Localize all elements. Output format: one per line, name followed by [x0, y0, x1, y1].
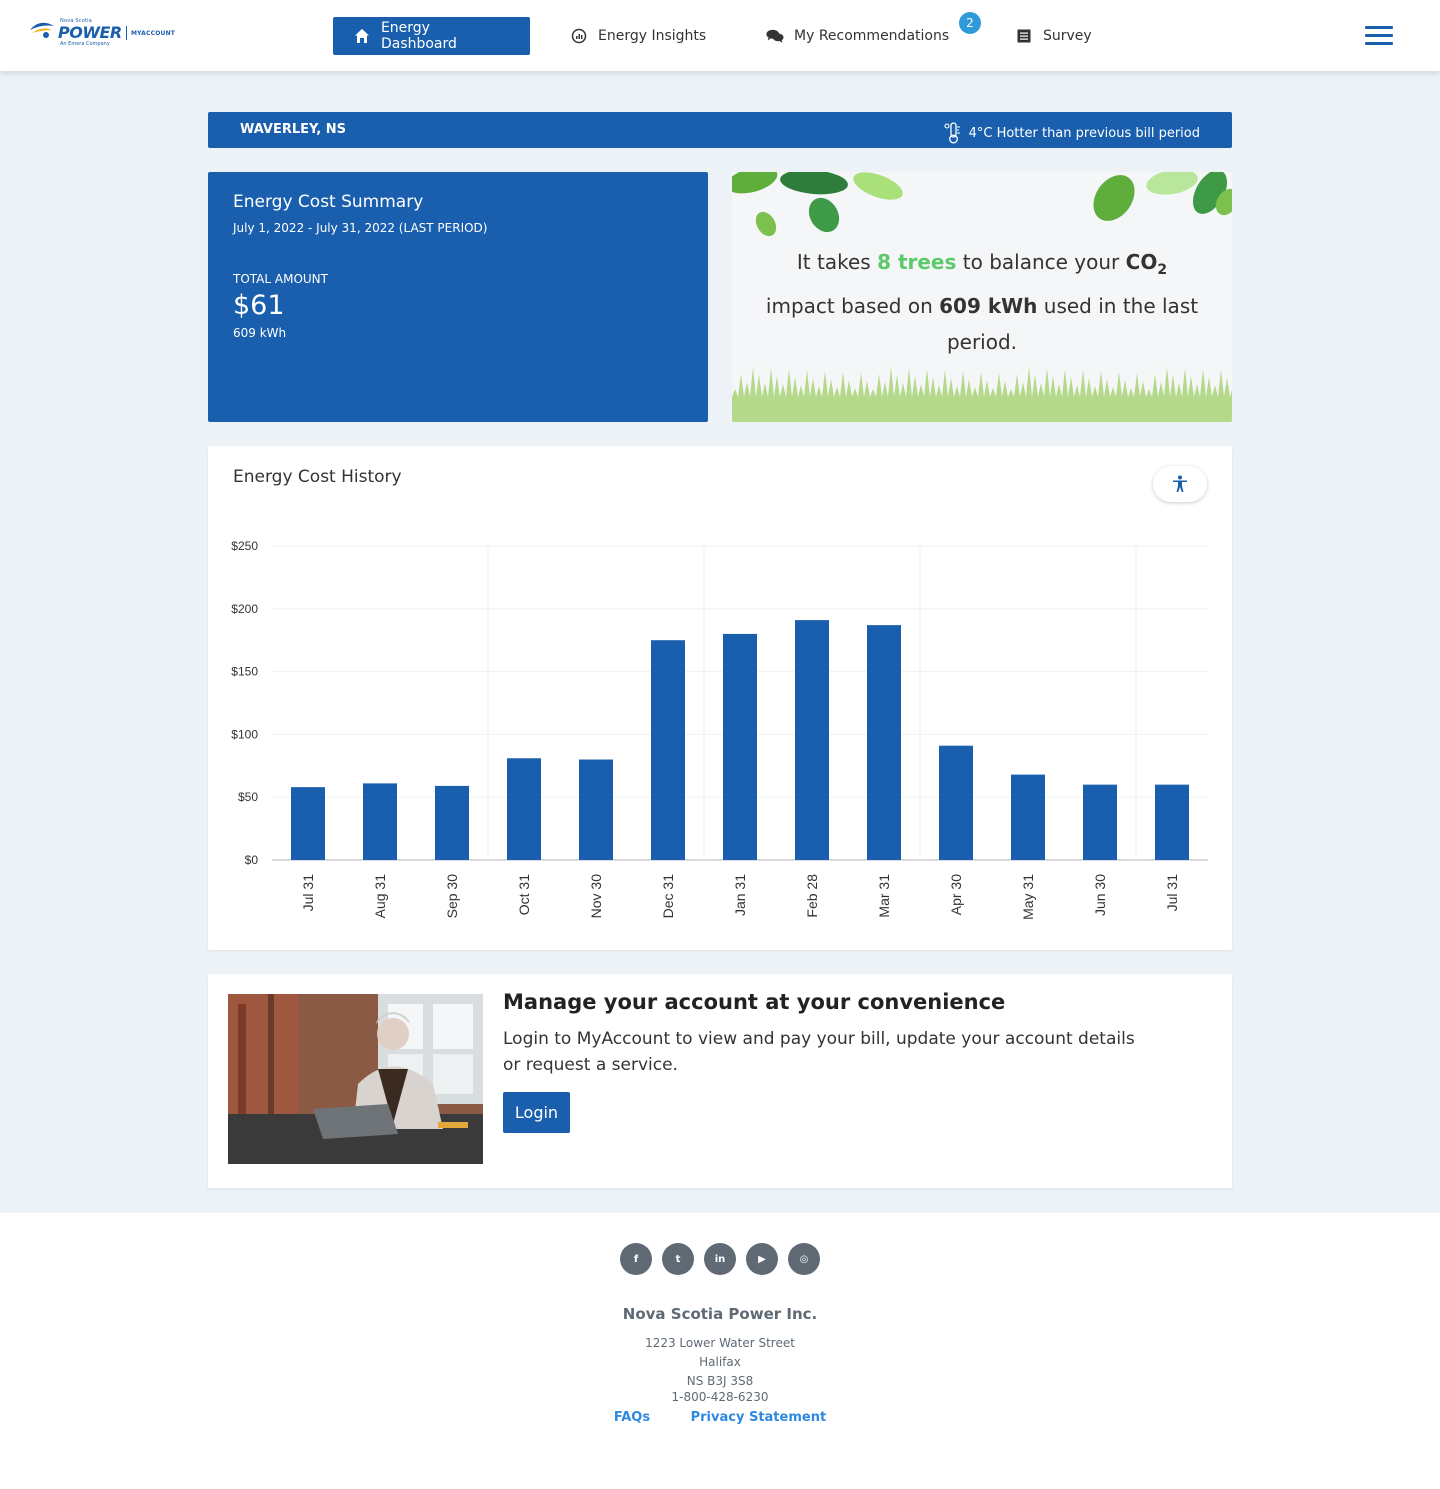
co2-trees-card: It takes 8 trees to balance your CO2 imp… — [732, 172, 1232, 422]
chart-bar — [867, 625, 901, 860]
energy-cost-summary-card: Energy Cost Summary July 1, 2022 - July … — [208, 172, 708, 422]
nova-scotia-power-logo[interactable]: Nova Scotia POWER MYACCOUNT An Emera Com… — [28, 16, 188, 50]
total-amount-label: TOTAL AMOUNT — [233, 272, 328, 286]
cost-summary-title: Energy Cost Summary — [233, 192, 424, 212]
footer-links: FAQs Privacy Statement — [0, 1410, 1440, 1425]
nav-survey[interactable]: Survey — [995, 17, 1112, 55]
top-header: Nova Scotia POWER MYACCOUNT An Emera Com… — [0, 0, 1440, 71]
chart-bar — [723, 633, 757, 860]
social-links: f t in ▶ ◎ — [620, 1243, 820, 1275]
account-heading: Manage your account at your convenience — [503, 990, 1006, 1014]
chart-bar — [507, 758, 541, 860]
insights-icon — [570, 27, 588, 45]
nav-label: My Recommendations — [794, 28, 950, 44]
x-tick-label: Jan 31 — [732, 874, 748, 916]
location-bar: WAVERLEY, NS 4°C Hotter than previous bi… — [208, 112, 1232, 148]
chart-bar — [795, 620, 829, 860]
account-description: Login to MyAccount to view and pay your … — [503, 1029, 1135, 1075]
co2-middle: to balance your — [962, 250, 1120, 274]
logo-product-text: MYACCOUNT — [131, 30, 176, 37]
x-tick-label: Feb 28 — [804, 874, 820, 918]
accessibility-button[interactable] — [1153, 466, 1207, 502]
chart-bar — [939, 745, 973, 860]
cost-history-chart: $0 $50 $100 $150 $200 $250 Jul 31 Aug 31 Sep 30 O… — [231, 539, 1208, 920]
youtube-icon[interactable]: ▶ — [746, 1243, 778, 1275]
nav-label: Survey — [1043, 28, 1092, 44]
chart-bar — [1083, 784, 1117, 860]
login-button[interactable]: Login — [503, 1092, 570, 1133]
footer-postal: NS B3J 3S8 — [686, 1374, 754, 1388]
co2-message: It takes 8 trees to balance your CO2 imp… — [742, 244, 1222, 360]
x-tick-label: Apr 30 — [948, 874, 964, 915]
survey-icon — [1015, 27, 1033, 45]
billing-period: July 1, 2022 - July 31, 2022 (LAST PERIO… — [233, 221, 488, 235]
x-tick-label: Dec 31 — [660, 874, 676, 919]
x-tick-label: Oct 31 — [516, 874, 532, 915]
leaves-decoration — [732, 172, 1232, 237]
x-tick-label: Aug 31 — [372, 874, 388, 919]
energy-cost-history-card: $0 $50 $100 $150 $200 $250 Jul 31 Aug 31 Sep 30 O… — [208, 446, 1232, 950]
faqs-link[interactable]: FAQs — [614, 1410, 650, 1425]
x-tick-label: Nov 30 — [588, 874, 604, 919]
location-name: WAVERLEY, NS — [240, 122, 347, 137]
woman-laptop-photo — [228, 994, 483, 1164]
chart-bar — [1011, 774, 1045, 860]
co2-line2-prefix: impact based on — [765, 294, 933, 318]
hamburger-icon[interactable] — [1365, 26, 1393, 46]
nav-label: Energy Insights — [598, 28, 707, 44]
footer-city: Halifax — [699, 1355, 741, 1369]
logo-separator — [126, 26, 127, 40]
co2-kwh: 609 kWh — [939, 294, 1038, 318]
instagram-icon[interactable]: ◎ — [788, 1243, 820, 1275]
nav-my-recommendations[interactable]: My Recommendations — [746, 17, 969, 55]
chart-bar — [291, 787, 325, 860]
footer-phone[interactable]: 1-800-428-6230 — [0, 1390, 1440, 1404]
chart-bar — [1155, 784, 1189, 860]
y-tick-label: $250 — [231, 539, 258, 553]
x-tick-label: Sep 30 — [444, 874, 460, 919]
nav-label: Energy Dashboard — [380, 20, 457, 52]
usage-kwh: 609 kWh — [233, 326, 287, 340]
thermometer-icon — [944, 122, 960, 144]
logo-tagline-text: An Emera Company — [60, 41, 110, 47]
temperature-comparison: 4°C Hotter than previous bill period — [943, 122, 1200, 144]
y-tick-label: $200 — [231, 602, 258, 616]
chart-bar — [579, 759, 613, 860]
x-tick-label: Jun 30 — [1092, 874, 1108, 916]
nav-energy-dashboard[interactable]: Energy Dashboard — [333, 17, 530, 55]
recommendations-count-badge: 2 — [959, 12, 981, 34]
twitter-icon[interactable]: t — [662, 1243, 694, 1275]
x-tick-label: Mar 31 — [876, 874, 892, 918]
logo-brand-text: POWER — [58, 23, 122, 42]
nav-energy-insights[interactable]: Energy Insights — [550, 17, 726, 55]
footer-company-name: Nova Scotia Power Inc. — [622, 1305, 818, 1323]
x-tick-label: May 31 — [1020, 874, 1036, 920]
trees-count: 8 trees — [877, 250, 957, 274]
chart-bar — [363, 783, 397, 860]
grass-decoration — [732, 367, 1232, 422]
y-tick-label: $100 — [231, 727, 258, 741]
chat-icon — [766, 27, 784, 45]
co2-prefix: It takes — [796, 250, 871, 274]
home-icon — [353, 27, 371, 45]
privacy-statement-link[interactable]: Privacy Statement — [691, 1410, 827, 1425]
chart-bar — [651, 640, 685, 860]
y-tick-label: $0 — [245, 853, 259, 867]
footer-street: 1223 Lower Water Street — [645, 1336, 795, 1350]
facebook-icon[interactable]: f — [620, 1243, 652, 1275]
total-amount-value: $61 — [233, 290, 285, 321]
logo-mark-icon — [30, 22, 54, 38]
chart-bar — [435, 785, 469, 860]
y-tick-label: $50 — [238, 790, 258, 804]
accessibility-icon — [1173, 475, 1187, 492]
co2-label: CO2 — [1125, 250, 1168, 278]
manage-account-card: Manage your account at your convenience … — [208, 974, 1232, 1188]
temperature-note: 4°C Hotter than previous bill period — [968, 125, 1200, 141]
x-tick-label: Jul 31 — [300, 874, 316, 912]
linkedin-icon[interactable]: in — [704, 1243, 736, 1275]
y-tick-label: $150 — [231, 665, 258, 679]
cost-history-title: Energy Cost History — [233, 467, 402, 487]
x-tick-label: Jul 31 — [1164, 874, 1180, 912]
